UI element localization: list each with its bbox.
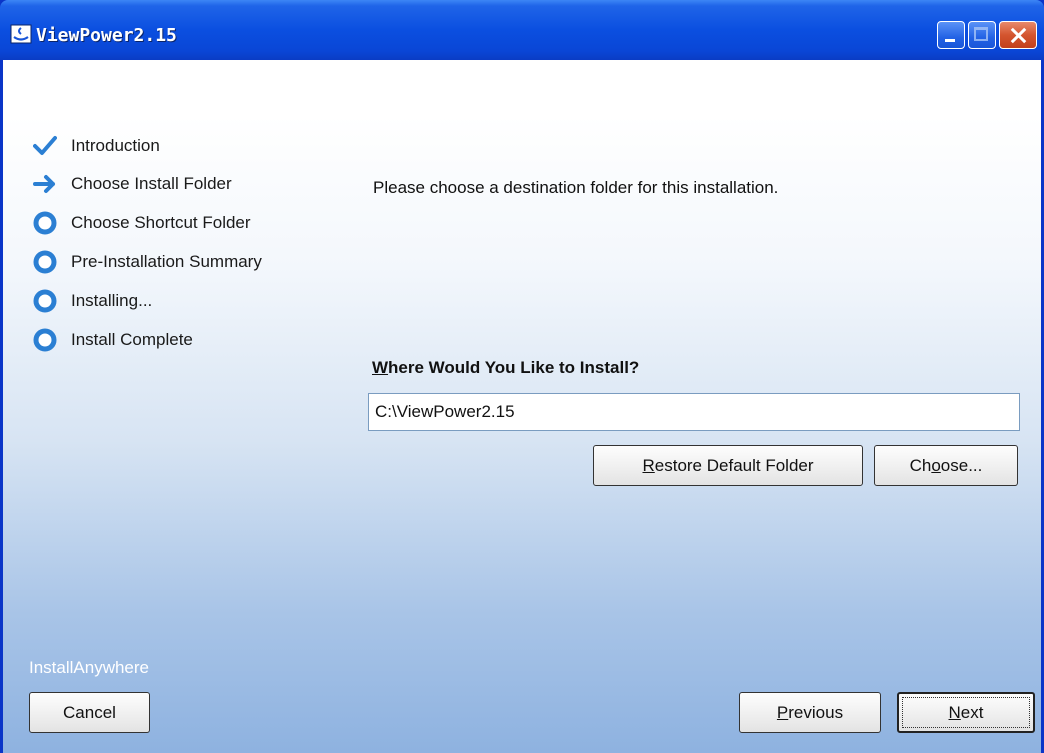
circle-bullet-icon (33, 289, 57, 313)
previous-button[interactable]: Previous (739, 692, 881, 733)
step-label: Pre-Installation Summary (71, 252, 262, 271)
close-button[interactable] (999, 21, 1037, 49)
step-item-pre-installation-summary: Pre-Installation Summary (33, 248, 333, 276)
circle-bullet-icon (33, 328, 57, 352)
mnemonic: o (931, 455, 941, 475)
mnemonic: W (372, 358, 389, 377)
button-label-rest: revious (788, 702, 844, 722)
title-bar[interactable]: ViewPower2.15 (0, 0, 1044, 60)
mnemonic: R (642, 455, 655, 475)
arrow-right-icon (33, 175, 55, 193)
minimize-button[interactable] (937, 21, 965, 49)
app-icon (10, 24, 32, 44)
maximize-button[interactable] (968, 21, 996, 49)
step-label: Choose Shortcut Folder (71, 213, 251, 232)
next-button[interactable]: Next (897, 692, 1035, 733)
restore-default-folder-button[interactable]: Restore Default Folder (593, 445, 863, 486)
focus-ring (902, 697, 1030, 728)
button-label-rest: estore Default Folder (654, 455, 814, 475)
step-item-install-complete: Install Complete (33, 326, 333, 354)
choose-folder-button[interactable]: Choose... (874, 445, 1018, 486)
step-label: Install Complete (71, 330, 193, 349)
install-path-input[interactable] (368, 393, 1020, 431)
installer-body: Introduction Choose Install Folder Choos… (3, 60, 1041, 753)
install-location-label: Where Would You Like to Install? (372, 358, 639, 378)
step-item-choose-shortcut-folder: Choose Shortcut Folder (33, 209, 333, 237)
step-label: Installing... (71, 291, 153, 310)
step-item-choose-install-folder: Choose Install Folder (33, 170, 333, 198)
circle-bullet-icon (33, 211, 57, 235)
button-label-rest: ose... (940, 455, 983, 475)
checkmark-icon (33, 136, 57, 155)
step-item-installing: Installing... (33, 287, 333, 315)
button-label-pre: Ch (909, 455, 932, 475)
circle-bullet-icon (33, 250, 57, 274)
step-label: Introduction (71, 136, 160, 155)
step-item-introduction: Introduction (33, 132, 333, 160)
cancel-button[interactable]: Cancel (29, 692, 150, 733)
mnemonic: P (776, 702, 789, 722)
step-label: Choose Install Folder (71, 174, 232, 193)
installer-window: ViewPower2.15 Introduction Choose Instal… (0, 0, 1044, 753)
instruction-text: Please choose a destination folder for t… (373, 178, 779, 197)
window-title: ViewPower2.15 (36, 25, 177, 46)
label-rest: here Would You Like to Install? (388, 358, 640, 377)
installanywhere-brand: InstallAnywhere (29, 658, 150, 677)
